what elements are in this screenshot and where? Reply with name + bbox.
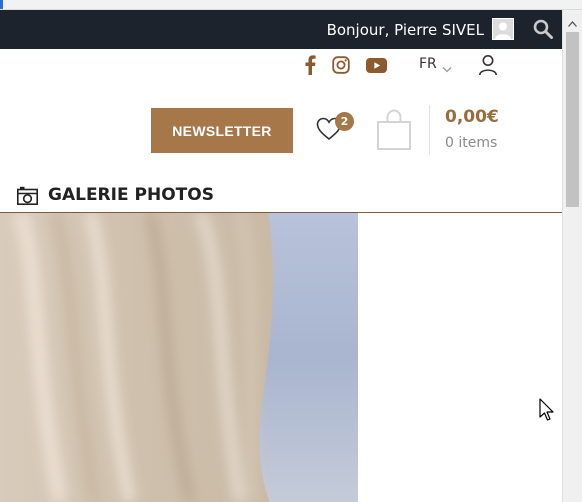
user-greeting[interactable]: Bonjour, Pierre SIVEL (327, 21, 484, 39)
search-icon[interactable] (532, 18, 554, 40)
mouse-cursor-icon (539, 398, 555, 427)
cart-total[interactable]: 0,00€ (445, 107, 499, 127)
browser-edge-accent (0, 0, 3, 9)
gallery-header: GALERIE PHOTOS (0, 180, 562, 213)
user-icon[interactable] (478, 54, 498, 81)
camera-icon (17, 186, 38, 210)
newsletter-button[interactable]: NEWSLETTER (151, 108, 293, 153)
chevron-down-icon[interactable] (442, 60, 452, 78)
social-row: FR (0, 50, 562, 82)
scroll-up-arrow-icon[interactable] (568, 14, 577, 32)
scrollbar-thumb[interactable] (566, 32, 579, 207)
gallery-photo[interactable] (0, 213, 358, 502)
instagram-icon[interactable] (331, 54, 351, 76)
avatar-icon[interactable] (492, 18, 514, 40)
shopping-bag-icon[interactable] (376, 108, 412, 157)
wishlist-count-badge: 2 (335, 112, 354, 131)
language-selector[interactable]: FR (419, 56, 437, 72)
browser-chrome-strip (0, 0, 582, 10)
cart-divider (429, 105, 430, 155)
scrollbar[interactable] (562, 10, 582, 502)
top-bar: Bonjour, Pierre SIVEL (0, 10, 562, 49)
facebook-icon[interactable] (302, 54, 318, 76)
page-title: GALERIE PHOTOS (48, 185, 214, 205)
youtube-icon[interactable] (365, 54, 387, 76)
cart-item-count[interactable]: 0 items (445, 135, 497, 151)
